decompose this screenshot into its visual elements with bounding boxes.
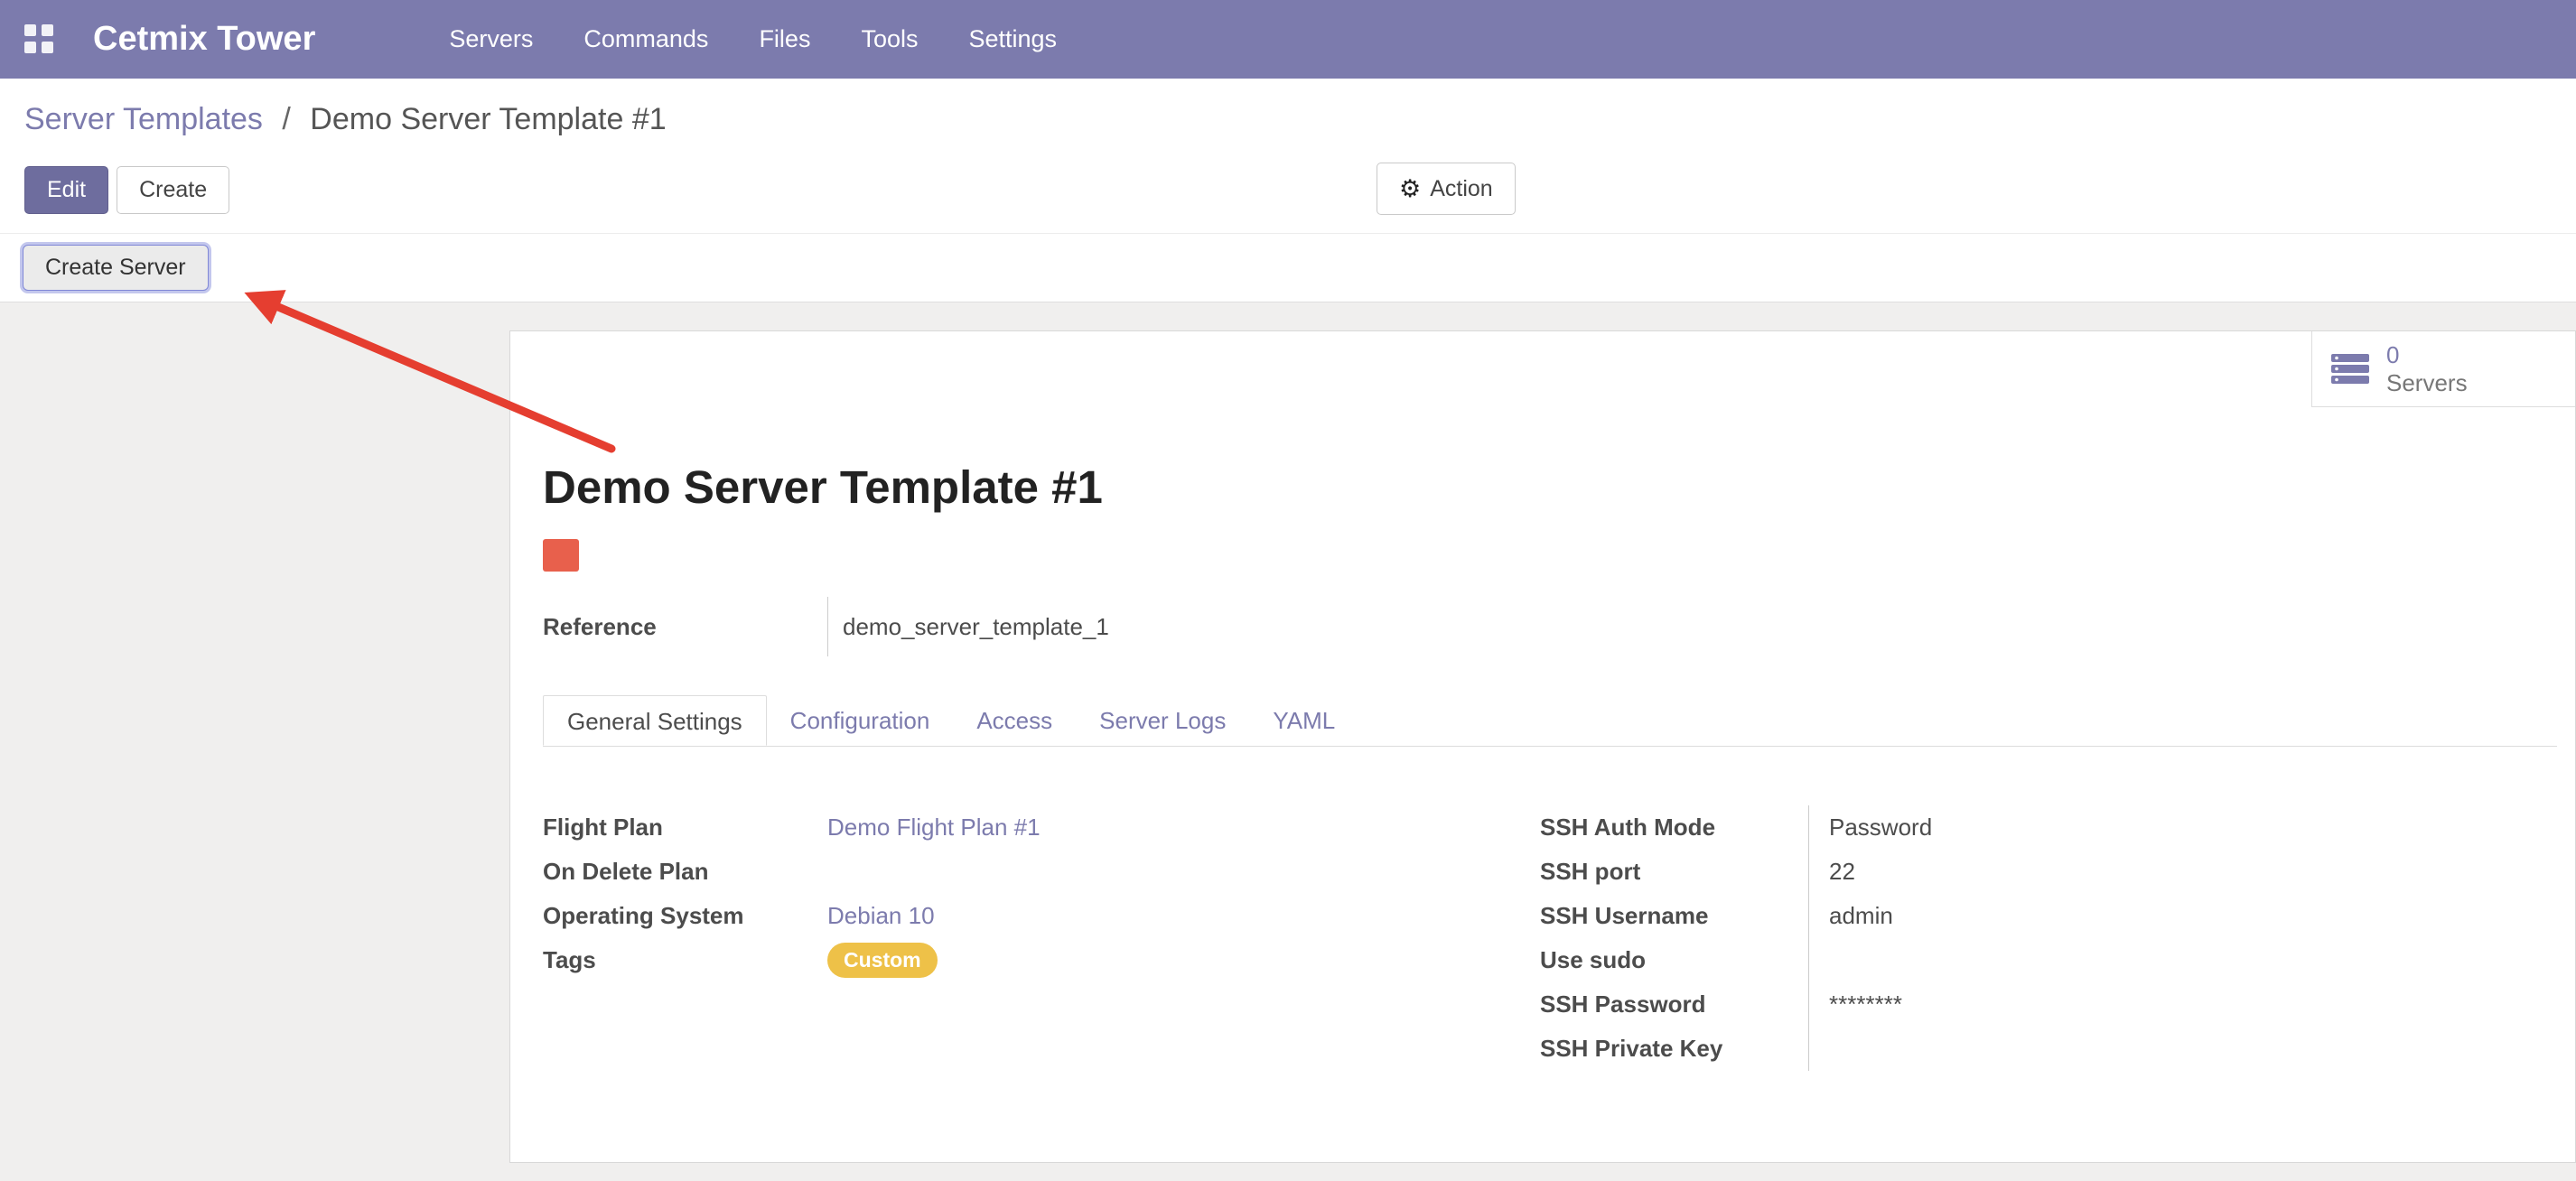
field-ssh-auth-mode: SSH Auth Mode Password [1540, 805, 2208, 850]
apps-grid-square [24, 24, 36, 36]
field-value-tags: Custom [827, 938, 938, 982]
create-server-button[interactable]: Create Server [23, 245, 209, 291]
stat-value: 0 [2386, 341, 2468, 369]
edit-button[interactable]: Edit [24, 166, 108, 214]
field-reference: Reference demo_server_template_1 [543, 597, 2557, 656]
field-label-tags: Tags [543, 938, 827, 982]
flight-plan-link[interactable]: Demo Flight Plan #1 [827, 805, 1041, 850]
brand-title[interactable]: Cetmix Tower [93, 20, 315, 59]
color-tag-swatch[interactable] [543, 539, 579, 572]
nav-item-tools[interactable]: Tools [835, 0, 943, 79]
field-on-delete-plan: On Delete Plan [543, 850, 1540, 894]
nav-item-commands[interactable]: Commands [558, 0, 733, 79]
breadcrumb-current: Demo Server Template #1 [310, 102, 666, 136]
tab-configuration[interactable]: Configuration [767, 695, 954, 746]
field-label-ssh-username: SSH Username [1540, 894, 1808, 938]
form-sheet: 0 Servers Demo Server Template #1 Refere… [509, 330, 2576, 1163]
top-navbar: Cetmix Tower Servers Commands Files Tool… [0, 0, 2576, 79]
field-value-ssh-port: 22 [1808, 850, 2208, 894]
field-label-ssh-port: SSH port [1540, 850, 1808, 894]
field-label-flight-plan: Flight Plan [543, 805, 827, 850]
operating-system-link[interactable]: Debian 10 [827, 894, 935, 938]
content-area: 0 Servers Demo Server Template #1 Refere… [0, 302, 2576, 1181]
field-value-operating-system: Debian 10 [827, 894, 935, 938]
field-groups: Flight Plan Demo Flight Plan #1 On Delet… [543, 805, 2557, 1071]
tab-general-settings[interactable]: General Settings [543, 695, 767, 746]
field-operating-system: Operating System Debian 10 [543, 894, 1540, 938]
field-value-use-sudo [1808, 938, 2208, 982]
field-label-ssh-password: SSH Password [1540, 982, 1808, 1027]
notebook-tabs: General Settings Configuration Access Se… [543, 695, 2557, 747]
action-button[interactable]: ⚙ Action [1377, 163, 1516, 215]
tab-access[interactable]: Access [953, 695, 1076, 746]
field-value-reference: demo_server_template_1 [827, 597, 1109, 656]
apps-menu-icon[interactable] [24, 24, 55, 55]
field-ssh-private-key: SSH Private Key [1540, 1027, 2208, 1071]
nav-item-settings[interactable]: Settings [943, 0, 1082, 79]
tab-server-logs[interactable]: Server Logs [1076, 695, 1249, 746]
apps-grid-square [42, 42, 53, 53]
create-button[interactable]: Create [117, 166, 229, 214]
field-value-ssh-username: admin [1808, 894, 2208, 938]
page: { "nav": { "brand": "Cetmix Tower", "ite… [0, 0, 2576, 1174]
main-menu: Servers Commands Files Tools Settings [424, 0, 1082, 79]
field-label-use-sudo: Use sudo [1540, 938, 1808, 982]
stat-button-servers[interactable]: 0 Servers [2311, 331, 2575, 407]
nav-item-files[interactable]: Files [733, 0, 835, 79]
apps-grid-square [24, 42, 36, 53]
apps-grid-square [42, 24, 53, 36]
field-ssh-username: SSH Username admin [1540, 894, 2208, 938]
gear-icon: ⚙ [1399, 177, 1421, 201]
field-label-on-delete-plan: On Delete Plan [543, 850, 827, 894]
servers-stat-icon [2330, 352, 2370, 386]
group-left: Flight Plan Demo Flight Plan #1 On Delet… [543, 805, 1540, 1071]
breadcrumb-parent-link[interactable]: Server Templates [24, 102, 263, 136]
field-label-ssh-private-key: SSH Private Key [1540, 1027, 1808, 1071]
tab-yaml[interactable]: YAML [1249, 695, 1358, 746]
field-label-ssh-auth-mode: SSH Auth Mode [1540, 805, 1808, 850]
statusbar: Create Server [0, 233, 2576, 302]
tag-badge-custom[interactable]: Custom [827, 943, 938, 978]
field-label-operating-system: Operating System [543, 894, 827, 938]
field-ssh-port: SSH port 22 [1540, 850, 2208, 894]
stat-text: 0 Servers [2386, 341, 2468, 397]
field-tags: Tags Custom [543, 938, 1540, 982]
record-title: Demo Server Template #1 [543, 462, 2557, 512]
field-value-ssh-private-key [1808, 1027, 2208, 1071]
breadcrumb: Server Templates / Demo Server Template … [24, 102, 2552, 137]
nav-item-servers[interactable]: Servers [424, 0, 558, 79]
field-value-ssh-password: ******** [1808, 982, 2208, 1027]
field-use-sudo: Use sudo [1540, 938, 2208, 982]
field-ssh-password: SSH Password ******** [1540, 982, 2208, 1027]
field-flight-plan: Flight Plan Demo Flight Plan #1 [543, 805, 1540, 850]
action-button-label: Action [1430, 176, 1492, 202]
field-value-ssh-auth-mode: Password [1808, 805, 2208, 850]
field-value-flight-plan: Demo Flight Plan #1 [827, 805, 1041, 850]
control-panel-buttons: Edit Create ⚙ Action [24, 163, 2552, 217]
breadcrumb-separator: / [282, 102, 290, 136]
field-label-reference: Reference [543, 597, 827, 656]
control-panel: Server Templates / Demo Server Template … [0, 79, 2576, 233]
group-right: SSH Auth Mode Password SSH port 22 SSH U… [1540, 805, 2208, 1071]
stat-label: Servers [2386, 369, 2468, 397]
